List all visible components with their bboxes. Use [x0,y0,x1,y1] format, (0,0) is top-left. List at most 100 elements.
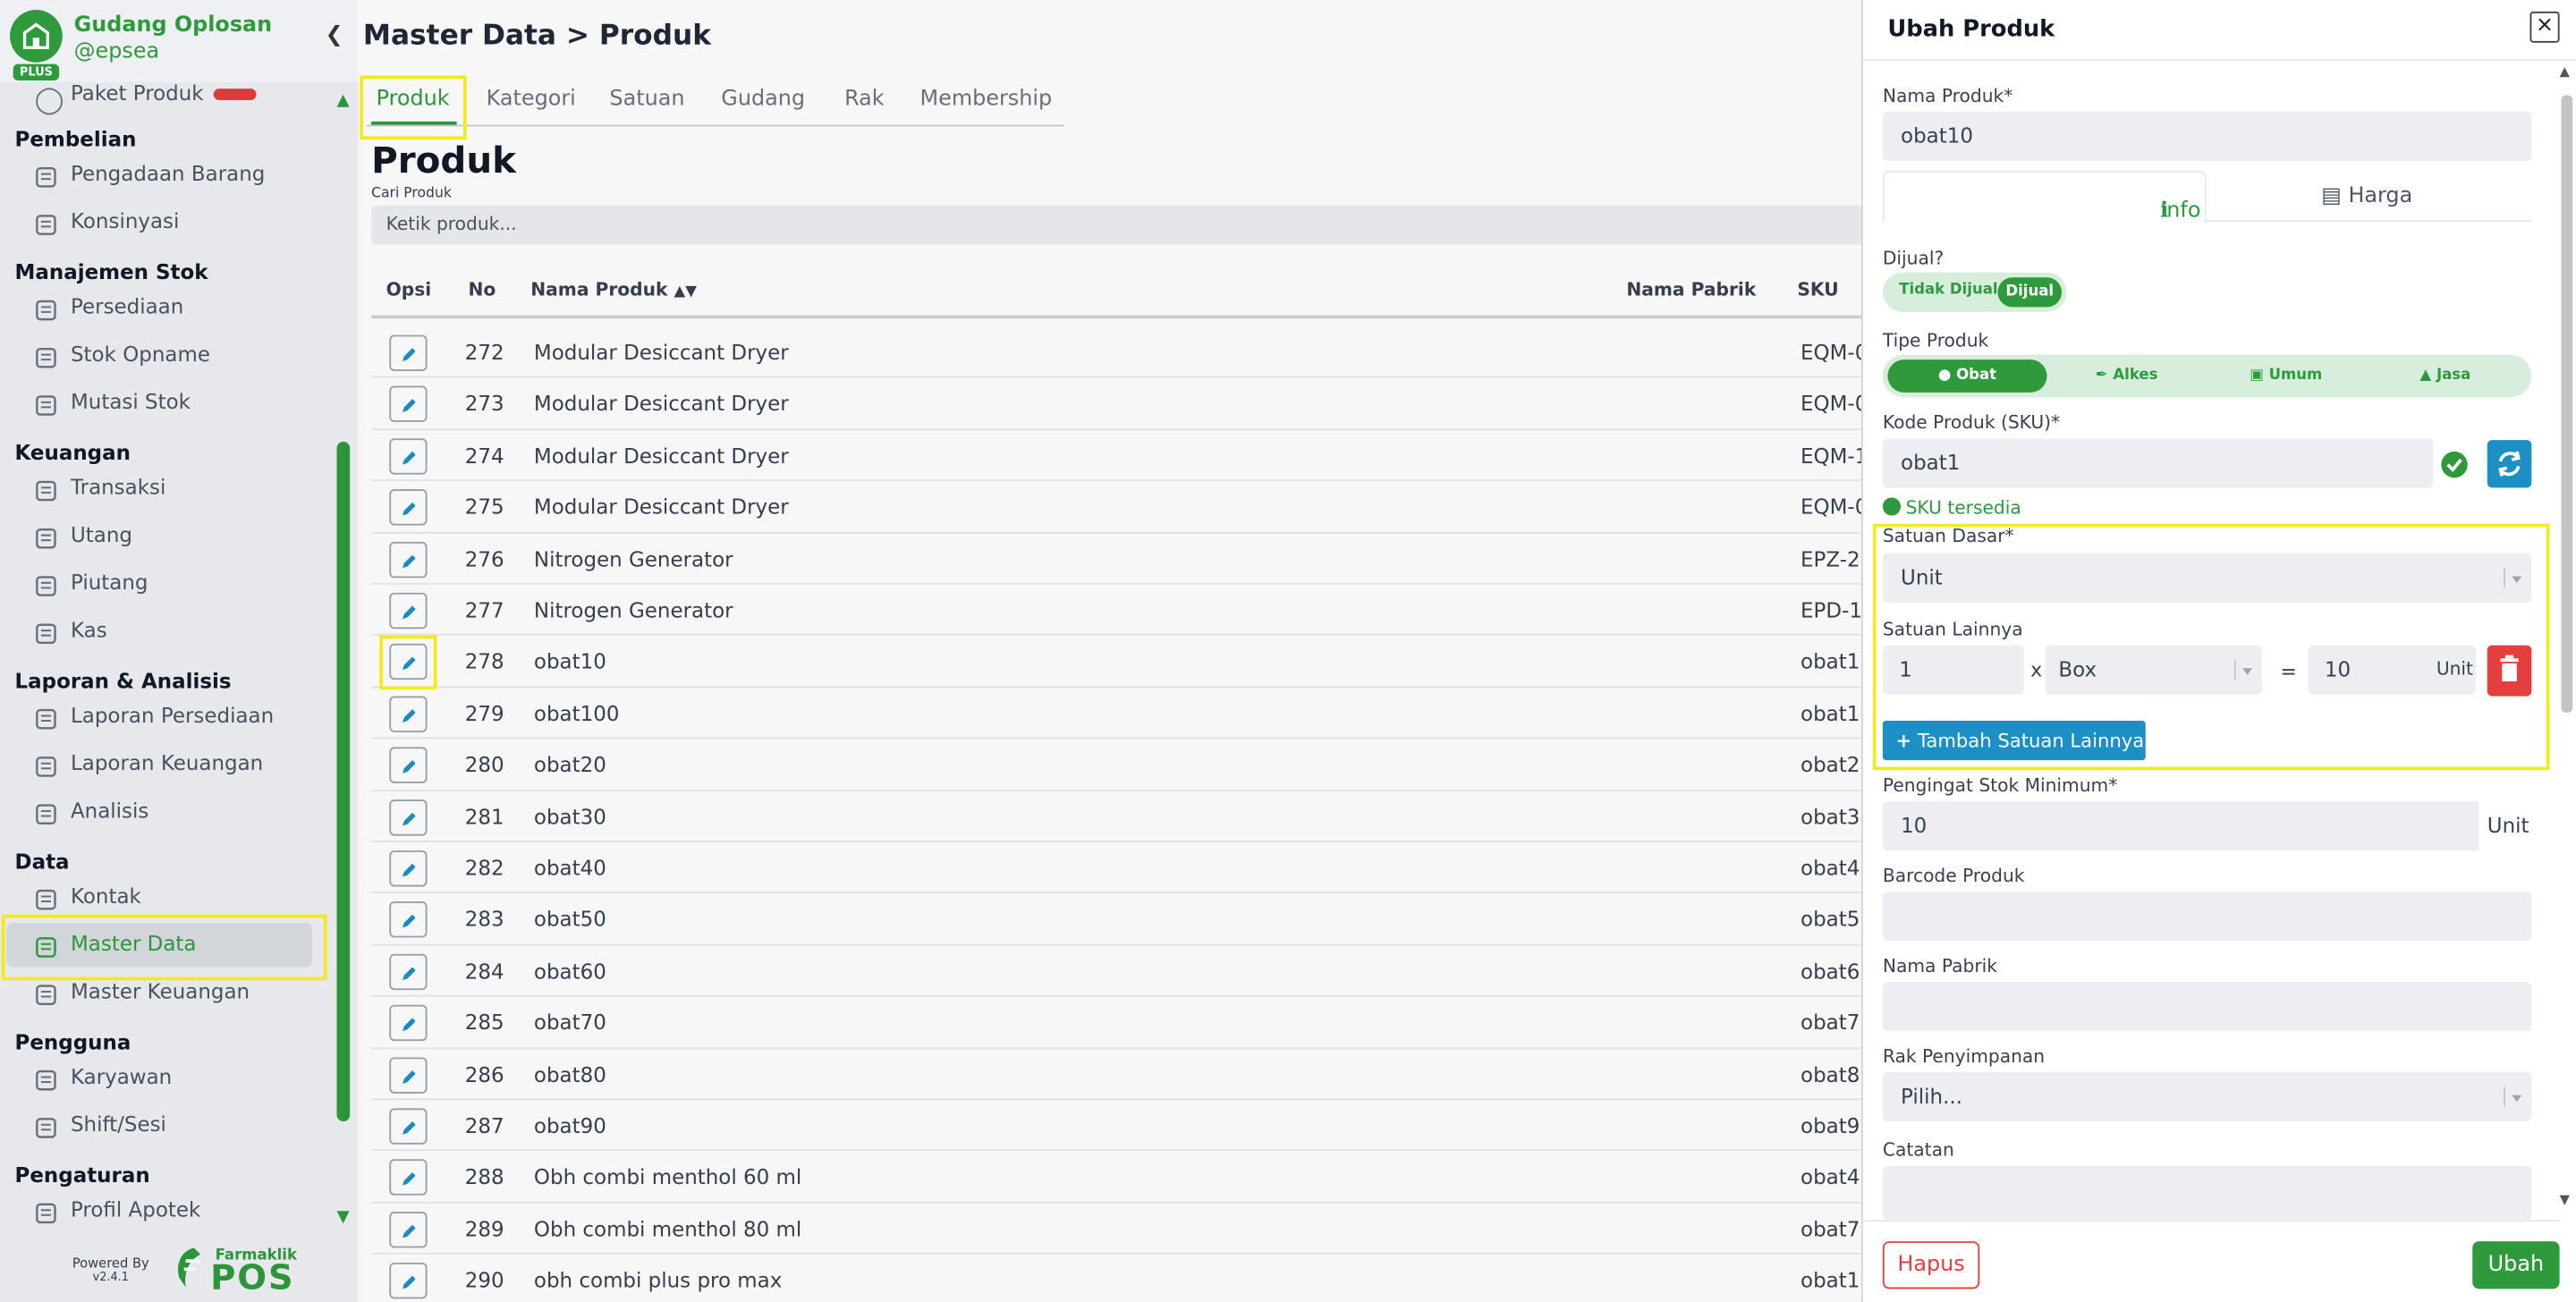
table-row: 283 obat50 obat5 [371,894,1900,946]
edit-product-button[interactable] [389,437,428,475]
min-stock-input[interactable]: 10 Unit [1882,801,2532,851]
edit-product-button[interactable] [389,850,428,887]
plan-badge: PLUS [13,63,60,80]
panel-scrollbar[interactable]: ▲ ▼ [2560,63,2576,1217]
edit-product-button[interactable] [389,386,428,423]
pencil-icon [402,1172,416,1187]
edit-product-button[interactable] [389,541,428,578]
sidebar-item-utang[interactable]: Utang [0,514,328,559]
edit-product-button[interactable] [389,747,428,784]
sidebar-item-laporan-persediaan[interactable]: Laporan Persediaan [0,695,328,740]
delete-button[interactable]: Hapus [1882,1241,1980,1289]
sidebar-item-shift-sesi[interactable]: Shift/Sesi [0,1103,328,1148]
chevron-down-icon[interactable] [2242,668,2253,675]
product-name-input[interactable]: obat10 [1882,111,2532,161]
conversion-unit-select[interactable]: Box [2045,645,2263,695]
tab-produk[interactable]: Produk [377,87,450,112]
conversion-value-input[interactable]: 10 Unit [2308,645,2476,695]
factory-input[interactable] [1882,981,2532,1032]
tab-satuan[interactable]: Satuan [609,87,684,112]
sidebar-item-label: Master Keuangan [70,978,250,1003]
edit-product-button[interactable] [389,489,428,526]
rack-select[interactable]: Pilih... [1882,1071,2532,1122]
sidebar-item-profil-apotek[interactable]: Profil Apotek [0,1188,328,1233]
column-nama-produk[interactable]: Nama Produk ▲▼ [530,279,697,300]
sidebar-item-transaksi[interactable]: Transaksi [0,466,328,511]
row-number: 284 [464,958,504,984]
sidebar-item-stok-opname[interactable]: Stok Opname [0,334,328,378]
barcode-input[interactable] [1882,892,2532,942]
sidebar-item-persediaan[interactable]: Persediaan [0,285,328,330]
type-jasa-option[interactable]: ▲ Jasa [2366,359,2525,393]
sidebar-item-master-data[interactable]: Master Data [6,922,312,968]
sidebar-item-kas[interactable]: Kas [0,609,328,654]
edit-product-button[interactable] [389,1108,428,1145]
collapse-sidebar-icon[interactable]: ❮ [326,23,343,48]
type-alkes-option[interactable]: ✒ Alkes [2047,359,2207,393]
sidebar-item-analisis[interactable]: Analisis [0,790,328,834]
sort-icon[interactable]: ▲▼ [674,284,697,300]
tab-info[interactable]: ℹ Info [1882,170,2207,224]
save-button[interactable]: Ubah [2472,1241,2560,1289]
edit-product-button[interactable] [389,592,428,630]
edit-product-button[interactable] [389,334,428,371]
users-icon [35,1067,58,1091]
sidebar-item-pengadaan-barang[interactable]: Pengadaan Barang [0,153,328,198]
scroll-up-icon[interactable]: ▲ [2560,64,2570,80]
pencil-icon [402,451,416,465]
type-obat-label: Obat [1956,368,1997,385]
tab-kategori[interactable]: Kategori [487,87,576,112]
sidebar-item-laporan-keuangan[interactable]: Laporan Keuangan [0,742,328,787]
edit-product-button[interactable] [389,953,428,990]
conversion-qty-input[interactable]: 1 [1882,645,2024,695]
panel-scroll-thumb[interactable] [2561,95,2573,713]
edit-product-button[interactable] [389,1263,428,1299]
table-row: 279 obat100 obat10 [371,688,1900,740]
sidebar-item-mutasi-stok[interactable]: Mutasi Stok [0,381,328,426]
base-unit-select[interactable]: Unit [1882,553,2532,603]
sidebar-item-master-keuangan[interactable]: Master Keuangan [0,970,328,1015]
edit-product-button[interactable] [389,1211,428,1248]
close-button[interactable]: × [2529,11,2560,43]
notes-input[interactable] [1882,1165,2532,1221]
tab-gudang[interactable]: Gudang [721,87,805,112]
scroll-down-icon[interactable]: ▼ [337,1208,350,1226]
tab-harga[interactable]: ▤ Harga [2321,184,2412,209]
regenerate-sku-button[interactable] [2487,440,2532,488]
tab-rak[interactable]: Rak [844,87,885,112]
search-input[interactable]: Ketik produk... [371,205,1900,245]
sku-cell: EQM-0 [1801,495,1868,520]
sku-cell: obat7 [1801,1010,1860,1036]
edit-product-button[interactable] [389,696,428,732]
chevron-down-icon[interactable] [2512,576,2522,583]
not-sold-option[interactable]: Tidak Dijual [1899,283,1997,299]
sold-toggle[interactable]: Tidak Dijual Dijual [1882,272,2067,312]
type-umum-option[interactable]: ▣ Umum [2207,359,2366,393]
scroll-up-icon[interactable]: ▲ [337,92,350,110]
edit-product-button[interactable] [389,1160,428,1196]
type-obat-option[interactable]: ● Obat [1887,359,2047,393]
row-number: 290 [464,1267,504,1293]
edit-product-button[interactable] [389,644,428,681]
edit-product-button[interactable] [389,799,428,835]
scroll-down-icon[interactable]: ▼ [2560,1192,2570,1207]
edit-product-button[interactable] [389,901,428,939]
product-name-cell: Nitrogen Generator [533,597,733,622]
sidebar-scroll-thumb[interactable] [336,441,351,1122]
sidebar-item-piutang[interactable]: Piutang [0,562,328,606]
add-other-unit-button[interactable]: + Tambah Satuan Lainnya [1882,721,2146,761]
sidebar-item-kontak[interactable]: Kontak [0,875,328,920]
table-row: 284 obat60 obat6 [371,945,1900,997]
sidebar-item-konsinyasi[interactable]: Konsinyasi [0,200,328,245]
sidebar-item-karyawan[interactable]: Karyawan [0,1056,328,1101]
app-window: ◯ Paket Produk Pembelian Pengadaan Barang Ko… [0,0,2576,1302]
master-data-tabs: Produk Kategori Satuan Gudang Rak Member… [366,72,1065,127]
edit-product-button[interactable] [389,1056,428,1094]
sku-input[interactable]: obat1 [1882,438,2434,488]
sold-option[interactable]: Dijual [1997,277,2063,308]
chevron-down-icon[interactable] [2512,1095,2522,1103]
edit-product-button[interactable] [389,1005,428,1042]
tab-membership[interactable]: Membership [920,87,1053,112]
sidebar-scrollbar[interactable]: ▲ ▼ [336,92,353,1237]
delete-unit-button[interactable] [2487,645,2532,697]
